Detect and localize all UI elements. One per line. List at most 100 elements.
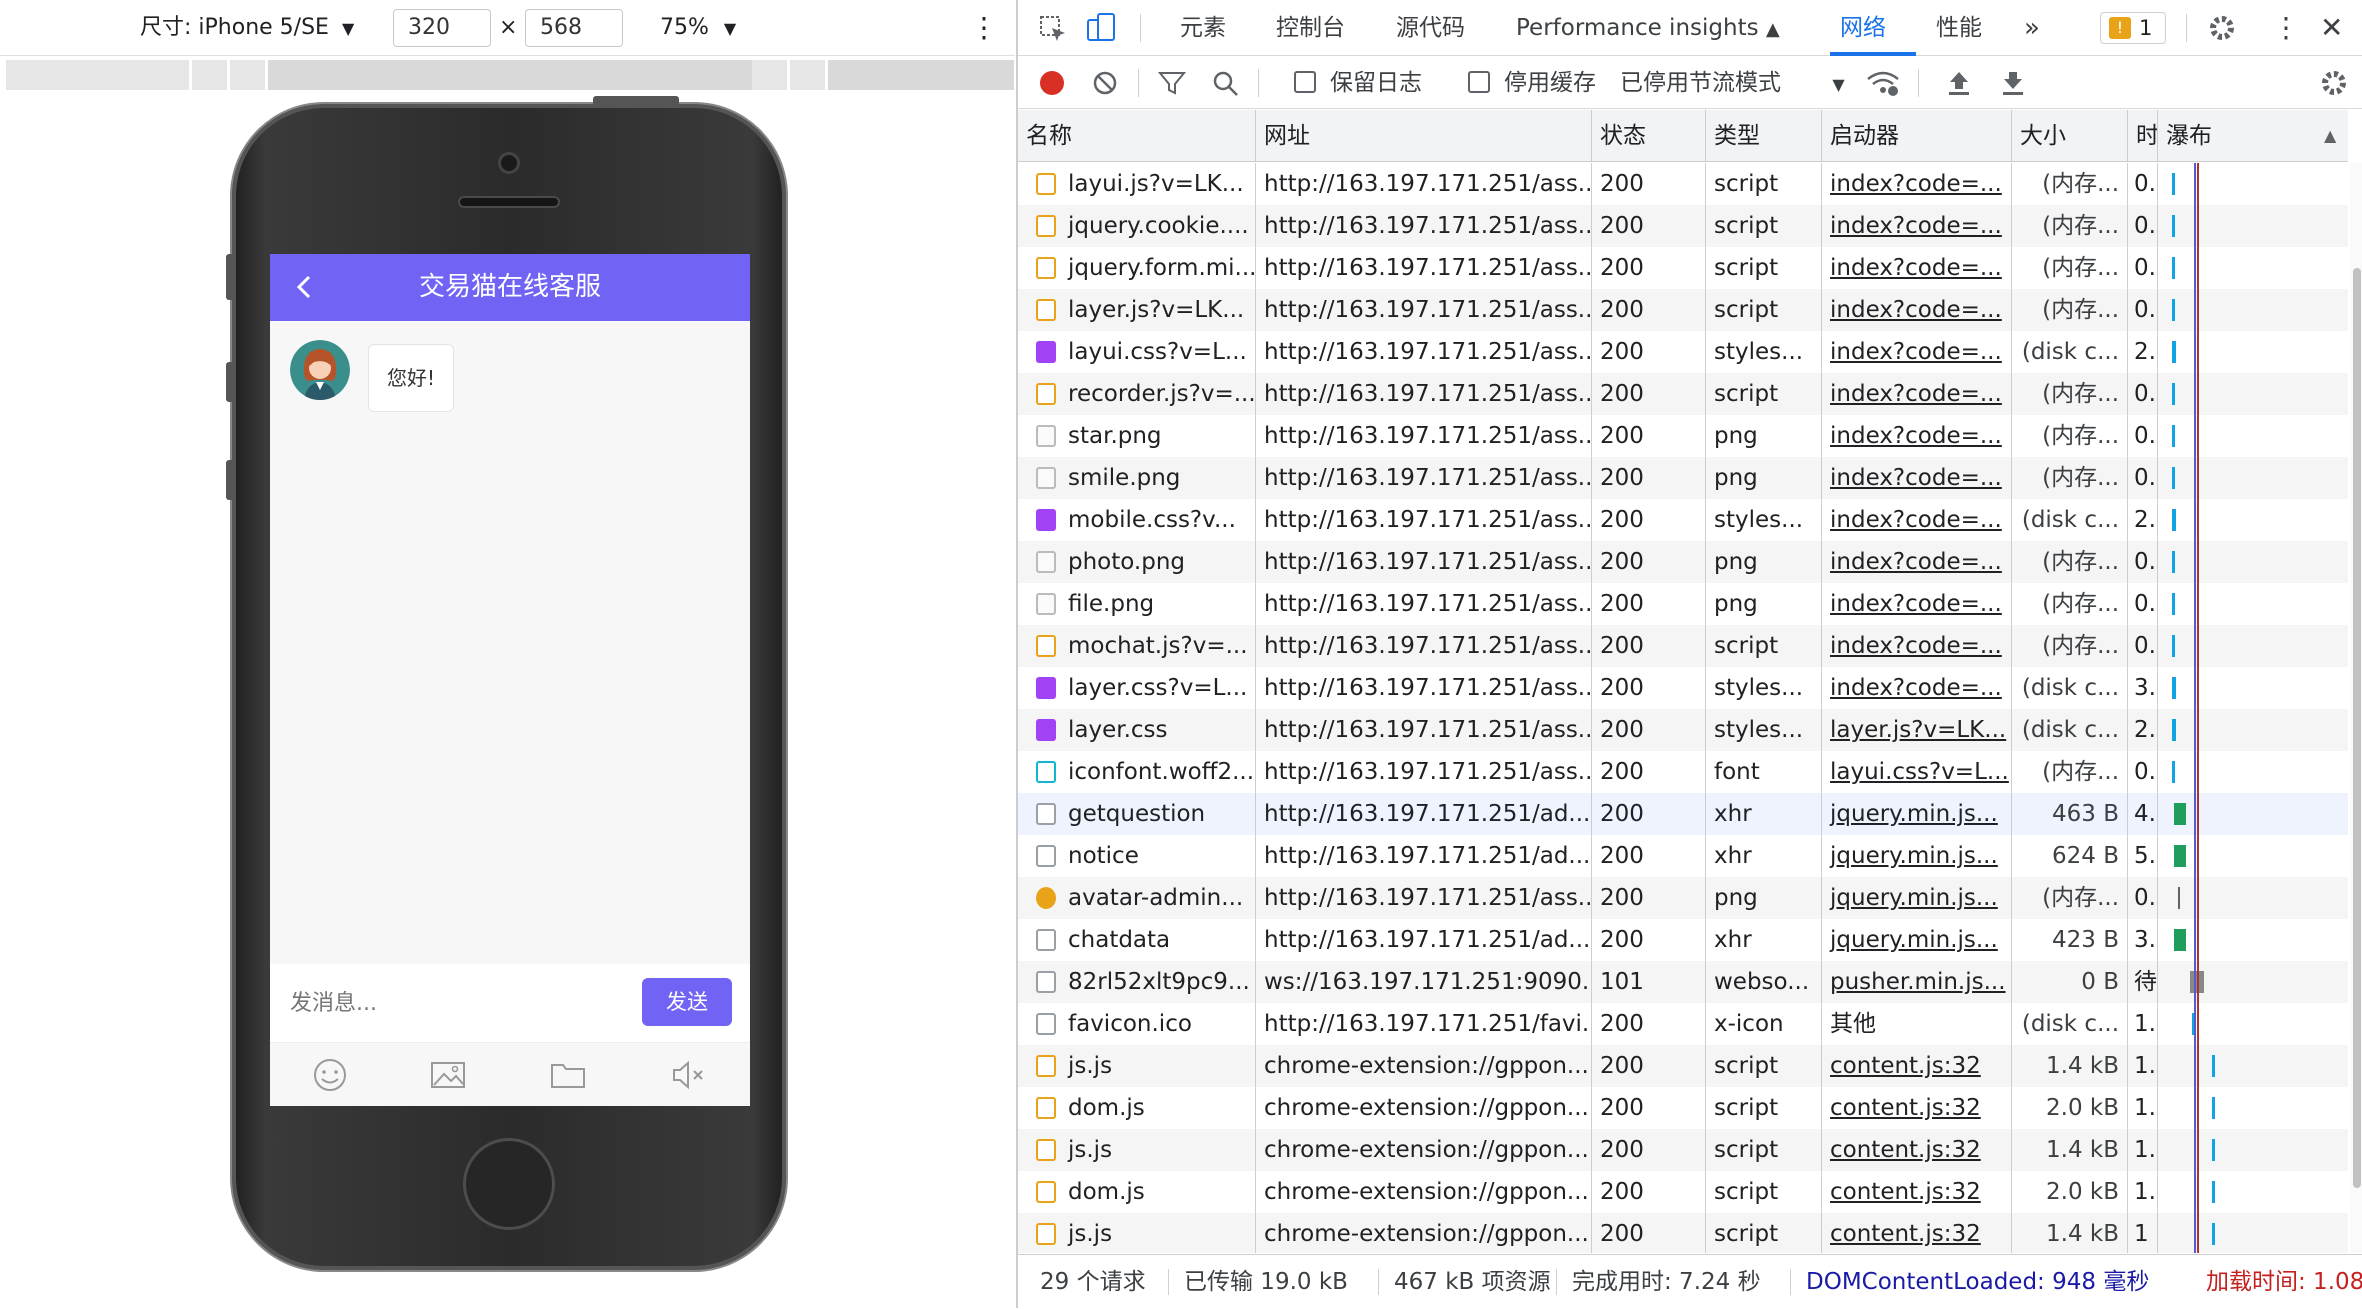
more-options-icon[interactable]: ⋮ xyxy=(970,0,998,56)
device-toolbar-icon[interactable] xyxy=(1086,12,1118,44)
inspect-element-icon[interactable] xyxy=(1038,14,1068,44)
tab-sources[interactable]: 源代码 xyxy=(1396,0,1465,56)
request-initiator[interactable]: jquery.min.js... xyxy=(1822,877,2012,919)
request-type: png xyxy=(1706,541,1822,583)
network-row[interactable]: jquery.cookie.... http://163.197.171.251/… xyxy=(1018,205,2348,247)
tab-network[interactable]: 网络 xyxy=(1840,0,1886,56)
network-row[interactable]: notice http://163.197.171.251/ad... 200 xhr… xyxy=(1018,835,2348,877)
issues-badge[interactable]: ! 1 xyxy=(2100,12,2166,44)
device-width-input[interactable]: 320 xyxy=(393,9,491,47)
request-initiator[interactable]: index?code=... xyxy=(1822,667,2012,709)
network-row[interactable]: file.png http://163.197.171.251/ass... 200… xyxy=(1018,583,2348,625)
request-initiator[interactable]: content.js:32 xyxy=(1822,1087,2012,1129)
request-initiator[interactable]: index?code=... xyxy=(1822,625,2012,667)
request-initiator[interactable]: jquery.min.js... xyxy=(1822,793,2012,835)
network-row[interactable]: smile.png http://163.197.171.251/ass... 20… xyxy=(1018,457,2348,499)
folder-icon[interactable] xyxy=(548,1057,588,1093)
device-height-input[interactable]: 568 xyxy=(525,9,623,47)
export-har-icon[interactable] xyxy=(2000,69,2026,97)
search-icon[interactable] xyxy=(1212,70,1240,98)
network-row[interactable]: photo.png http://163.197.171.251/ass... 20… xyxy=(1018,541,2348,583)
image-icon[interactable] xyxy=(428,1057,468,1093)
network-row[interactable]: dom.js chrome-extension://gppon... 200 scri… xyxy=(1018,1171,2348,1213)
network-row[interactable]: dom.js chrome-extension://gppon... 200 scri… xyxy=(1018,1087,2348,1129)
close-devtools-icon[interactable]: ✕ xyxy=(2320,0,2343,56)
network-row[interactable]: chatdata http://163.197.171.251/ad... 200 x… xyxy=(1018,919,2348,961)
tab-performance-insights[interactable]: Performance insights ▲ xyxy=(1516,0,1780,56)
network-row[interactable]: favicon.ico http://163.197.171.251/favi..… xyxy=(1018,1003,2348,1045)
network-row[interactable]: layer.js?v=LK... http://163.197.171.251/a… xyxy=(1018,289,2348,331)
waterfall-cell xyxy=(2158,961,2348,1003)
message-input[interactable] xyxy=(288,978,628,1028)
network-row[interactable]: jquery.form.mi... http://163.197.171.251/… xyxy=(1018,247,2348,289)
record-icon[interactable] xyxy=(1040,71,1064,95)
request-initiator[interactable]: index?code=... xyxy=(1822,583,2012,625)
network-settings-icon[interactable] xyxy=(2318,67,2350,99)
network-row[interactable]: layui.js?v=LK... http://163.197.171.251/a… xyxy=(1018,163,2348,205)
request-initiator[interactable]: content.js:32 xyxy=(1822,1129,2012,1171)
column-status[interactable]: 状态 xyxy=(1592,110,1706,162)
throttling-select[interactable]: 已停用节流模式 ▼ xyxy=(1620,57,1845,109)
request-initiator[interactable]: index?code=... xyxy=(1822,373,2012,415)
network-row[interactable]: 82rl52xlt9pc9... ws://163.197.171.251:909… xyxy=(1018,961,2348,1003)
request-initiator[interactable]: jquery.min.js... xyxy=(1822,919,2012,961)
network-row[interactable]: layer.css http://163.197.171.251/ass... 20… xyxy=(1018,709,2348,751)
network-row[interactable]: js.js chrome-extension://gppon... 200 scrip… xyxy=(1018,1129,2348,1171)
tab-elements[interactable]: 元素 xyxy=(1180,0,1226,56)
media-query-bar[interactable] xyxy=(6,60,1014,90)
network-row[interactable]: layer.css?v=L... http://163.197.171.251/a… xyxy=(1018,667,2348,709)
request-initiator[interactable]: layer.js?v=LK... xyxy=(1822,709,2012,751)
vertical-scrollbar[interactable] xyxy=(2350,163,2362,1253)
column-name[interactable]: 名称 xyxy=(1018,110,1256,162)
column-initiator[interactable]: 启动器 xyxy=(1822,110,2012,162)
zoom-selector[interactable]: 75% ▼ xyxy=(660,0,736,56)
disable-cache-checkbox[interactable] xyxy=(1468,71,1490,93)
network-row[interactable]: recorder.js?v=... http://163.197.171.251/… xyxy=(1018,373,2348,415)
network-row[interactable]: js.js chrome-extension://gppon... 200 scrip… xyxy=(1018,1213,2348,1253)
request-initiator[interactable]: index?code=... xyxy=(1822,541,2012,583)
request-initiator[interactable]: index?code=... xyxy=(1822,415,2012,457)
emoji-icon[interactable] xyxy=(310,1057,350,1093)
column-time[interactable]: 时 xyxy=(2128,110,2158,162)
request-initiator[interactable]: index?code=... xyxy=(1822,331,2012,373)
tab-console[interactable]: 控制台 xyxy=(1276,0,1345,56)
request-initiator[interactable]: pusher.min.js... xyxy=(1822,961,2012,1003)
network-row[interactable]: mobile.css?v... http://163.197.171.251/as… xyxy=(1018,499,2348,541)
request-initiator[interactable]: index?code=... xyxy=(1822,457,2012,499)
column-url[interactable]: 网址 xyxy=(1256,110,1592,162)
request-initiator[interactable]: index?code=... xyxy=(1822,205,2012,247)
column-size[interactable]: 大小 xyxy=(2012,110,2128,162)
request-initiator[interactable]: content.js:32 xyxy=(1822,1045,2012,1087)
request-initiator[interactable]: index?code=... xyxy=(1822,247,2012,289)
customize-menu-icon[interactable]: ⋮ xyxy=(2272,0,2300,56)
network-conditions-icon[interactable] xyxy=(1866,69,1900,97)
scrollbar-thumb[interactable] xyxy=(2353,268,2361,1188)
more-tabs-icon[interactable]: » xyxy=(2024,0,2040,56)
import-har-icon[interactable] xyxy=(1946,69,1972,97)
request-initiator[interactable]: layui.css?v=L... xyxy=(1822,751,2012,793)
clear-icon[interactable] xyxy=(1092,70,1118,96)
filter-icon[interactable] xyxy=(1158,70,1186,96)
device-selector[interactable]: 尺寸: iPhone 5/SE ▼ xyxy=(140,0,354,56)
network-row[interactable]: iconfont.woff2... http://163.197.171.251/… xyxy=(1018,751,2348,793)
network-row[interactable]: getquestion http://163.197.171.251/ad... 2… xyxy=(1018,793,2348,835)
network-row[interactable]: mochat.js?v=... http://163.197.171.251/as… xyxy=(1018,625,2348,667)
send-button[interactable]: 发送 xyxy=(642,978,732,1026)
tab-performance[interactable]: 性能 xyxy=(1936,0,1982,56)
preserve-log-checkbox[interactable] xyxy=(1294,71,1316,93)
settings-gear-icon[interactable] xyxy=(2206,12,2238,44)
network-row[interactable]: layui.css?v=L... http://163.197.171.251/a… xyxy=(1018,331,2348,373)
request-initiator[interactable]: content.js:32 xyxy=(1822,1213,2012,1253)
column-type[interactable]: 类型 xyxy=(1706,110,1822,162)
mute-icon[interactable] xyxy=(668,1057,708,1093)
request-initiator[interactable]: content.js:32 xyxy=(1822,1171,2012,1213)
request-initiator[interactable]: index?code=... xyxy=(1822,289,2012,331)
network-row[interactable]: star.png http://163.197.171.251/ass... 200… xyxy=(1018,415,2348,457)
network-row[interactable]: js.js chrome-extension://gppon... 200 scrip… xyxy=(1018,1045,2348,1087)
network-row[interactable]: avatar-admin... http://163.197.171.251/as… xyxy=(1018,877,2348,919)
column-waterfall[interactable]: 瀑布 xyxy=(2158,110,2348,162)
request-initiator[interactable]: jquery.min.js... xyxy=(1822,835,2012,877)
home-button[interactable] xyxy=(463,1138,555,1230)
request-initiator[interactable]: index?code=... xyxy=(1822,499,2012,541)
request-initiator[interactable]: index?code=... xyxy=(1822,163,2012,205)
